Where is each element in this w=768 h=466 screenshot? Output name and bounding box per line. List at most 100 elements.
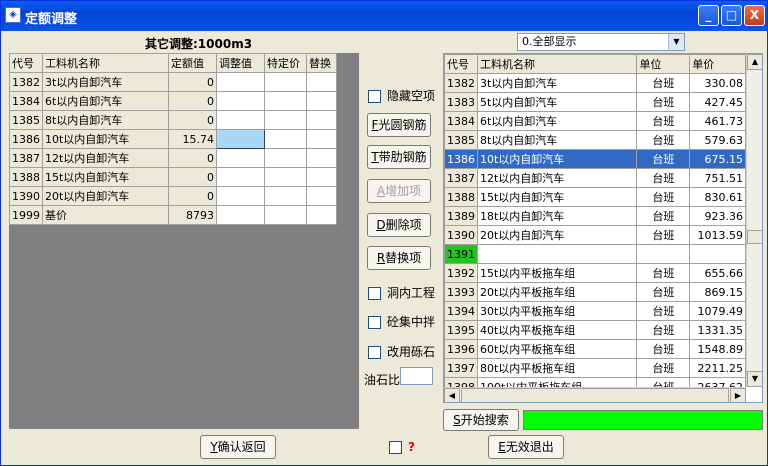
row-code: 1397 xyxy=(444,358,478,378)
row-replace[interactable] xyxy=(306,205,337,225)
table-row[interactable]: 1390 20t以内自卸汽车 0 xyxy=(9,186,337,206)
checkbox-box[interactable] xyxy=(368,287,381,300)
row-adjust[interactable] xyxy=(216,205,265,225)
row-special[interactable] xyxy=(264,129,307,149)
row-quota: 0 xyxy=(168,167,217,187)
row-replace[interactable] xyxy=(306,129,337,149)
gravel-checkbox[interactable]: 改用砾石 xyxy=(368,343,435,360)
checkbox-box[interactable] xyxy=(389,441,402,454)
row-special[interactable] xyxy=(264,167,307,187)
scroll-thumb[interactable] xyxy=(747,230,762,244)
table-row[interactable]: 1393 20t以内平板拖车组 台班 869.15 xyxy=(444,282,746,302)
row-replace[interactable] xyxy=(306,186,337,206)
checkbox-box[interactable] xyxy=(368,346,381,359)
row-adjust[interactable] xyxy=(216,72,265,92)
table-row[interactable]: 1390 20t以内自卸汽车 台班 1013.59 xyxy=(444,225,746,245)
row-name: 20t以内自卸汽车 xyxy=(42,186,169,206)
title-bar[interactable]: ◈ 定额调整 _ □ X xyxy=(1,1,767,31)
row-special[interactable] xyxy=(264,72,307,92)
row-code: 1385 xyxy=(9,110,43,130)
row-price: 1079.49 xyxy=(689,301,746,321)
plain-rebar-button[interactable]: F光圆钢筋 xyxy=(367,113,431,137)
table-row[interactable]: 1384 6t以内自卸汽车 台班 461.73 xyxy=(444,111,746,131)
hide-empty-checkbox[interactable]: 隐藏空项 xyxy=(368,87,435,104)
cancel-exit-button[interactable]: E无效退出 xyxy=(488,435,564,459)
row-unit: 台班 xyxy=(636,358,691,378)
confirm-return-button[interactable]: Y确认返回 xyxy=(200,435,276,459)
maximize-button[interactable]: □ xyxy=(721,5,742,26)
row-price: 655.66 xyxy=(689,263,746,283)
table-row[interactable]: 1392 15t以内平板拖车组 台班 655.66 xyxy=(444,263,746,283)
table-row[interactable]: 1387 12t以内自卸汽车 台班 751.51 xyxy=(444,168,746,188)
tunnel-checkbox[interactable]: 洞内工程 xyxy=(368,284,435,301)
scroll-up-icon[interactable]: ▲ xyxy=(747,54,762,70)
horizontal-scrollbar[interactable]: ◀ ▶ xyxy=(444,387,746,402)
table-row[interactable]: 1391 xyxy=(444,244,746,264)
row-name: 3t以内自卸汽车 xyxy=(42,72,169,92)
row-replace[interactable] xyxy=(306,72,337,92)
row-special[interactable] xyxy=(264,148,307,168)
checkbox-box[interactable] xyxy=(368,90,381,103)
table-row[interactable]: 1389 18t以内自卸汽车 台班 923.36 xyxy=(444,206,746,226)
concrete-checkbox[interactable]: 砼集中拌 xyxy=(368,313,435,330)
scroll-right-icon[interactable]: ▶ xyxy=(730,388,746,402)
replace-item-button[interactable]: R替换项 xyxy=(367,246,431,270)
table-row[interactable]: 1385 8t以内自卸汽车 0 xyxy=(9,110,337,130)
ratio-input[interactable] xyxy=(400,367,433,385)
table-row[interactable]: 1385 8t以内自卸汽车 台班 579.63 xyxy=(444,130,746,150)
hotkey: S xyxy=(453,413,461,427)
header-code: 代号 xyxy=(444,54,478,74)
dialog-window: ◈ 定额调整 _ □ X 其它调整:1000m3 代号 工料机名称 定额值 调整… xyxy=(0,0,768,466)
row-replace[interactable] xyxy=(306,110,337,130)
table-row[interactable]: 1387 12t以内自卸汽车 0 xyxy=(9,148,337,168)
table-row[interactable]: 1382 3t以内自卸汽车 台班 330.08 xyxy=(444,73,746,93)
row-replace[interactable] xyxy=(306,167,337,187)
row-adjust[interactable] xyxy=(216,110,265,130)
header-replace: 替换 xyxy=(306,53,337,73)
table-row[interactable]: 1395 40t以内平板拖车组 台班 1331.35 xyxy=(444,320,746,340)
add-item-button[interactable]: A增加项 xyxy=(367,179,431,203)
scroll-left-icon[interactable]: ◀ xyxy=(444,388,460,402)
row-quota: 8793 xyxy=(168,205,217,225)
row-adjust[interactable] xyxy=(216,186,265,206)
row-adjust[interactable] xyxy=(216,129,265,149)
filter-select[interactable]: 0.全部显示 ▼ xyxy=(517,33,685,51)
row-special[interactable] xyxy=(264,91,307,111)
table-row[interactable]: 1388 15t以内自卸汽车 0 xyxy=(9,167,337,187)
row-unit: 台班 xyxy=(636,149,691,169)
row-price: 2211.25 xyxy=(689,358,746,378)
row-special[interactable] xyxy=(264,110,307,130)
row-adjust[interactable] xyxy=(216,91,265,111)
ratio-label: 油石比 xyxy=(364,373,401,387)
scroll-thumb[interactable] xyxy=(461,388,729,402)
table-row[interactable]: 1384 6t以内自卸汽车 0 xyxy=(9,91,337,111)
scroll-down-icon[interactable]: ▼ xyxy=(747,371,762,387)
table-row[interactable]: 1382 3t以内自卸汽车 0 xyxy=(9,72,337,92)
table-row[interactable]: 1383 5t以内自卸汽车 台班 427.45 xyxy=(444,92,746,112)
row-special[interactable] xyxy=(264,186,307,206)
table-row[interactable]: 1394 30t以内平板拖车组 台班 1079.49 xyxy=(444,301,746,321)
help-checkbox[interactable]: ? xyxy=(389,440,415,454)
table-row[interactable]: 1999 基价 8793 xyxy=(9,205,337,225)
app-icon[interactable]: ◈ xyxy=(5,7,21,23)
table-row[interactable]: 1386 10t以内自卸汽车 15.74 xyxy=(9,129,337,149)
table-row[interactable]: 1388 15t以内自卸汽车 台班 830.61 xyxy=(444,187,746,207)
checkbox-box[interactable] xyxy=(368,316,381,329)
row-special[interactable] xyxy=(264,205,307,225)
minimize-button[interactable]: _ xyxy=(698,5,719,26)
ribbed-rebar-button[interactable]: T带肋钢筋 xyxy=(367,145,431,169)
row-code: 1387 xyxy=(9,148,43,168)
row-adjust[interactable] xyxy=(216,148,265,168)
row-replace[interactable] xyxy=(306,148,337,168)
delete-item-button[interactable]: D删除项 xyxy=(367,213,431,237)
table-row[interactable]: 1396 60t以内平板拖车组 台班 1548.89 xyxy=(444,339,746,359)
close-button[interactable]: X xyxy=(744,5,765,26)
row-replace[interactable] xyxy=(306,91,337,111)
vertical-scrollbar[interactable]: ▲ ▼ xyxy=(746,54,762,387)
row-code: 1390 xyxy=(444,225,478,245)
table-row[interactable]: 1397 80t以内平板拖车组 台班 2211.25 xyxy=(444,358,746,378)
row-adjust[interactable] xyxy=(216,167,265,187)
table-row[interactable]: 1386 10t以内自卸汽车 台班 675.15 xyxy=(444,149,746,169)
chevron-down-icon[interactable]: ▼ xyxy=(668,34,684,50)
start-search-button[interactable]: S开始搜索 xyxy=(443,409,519,431)
